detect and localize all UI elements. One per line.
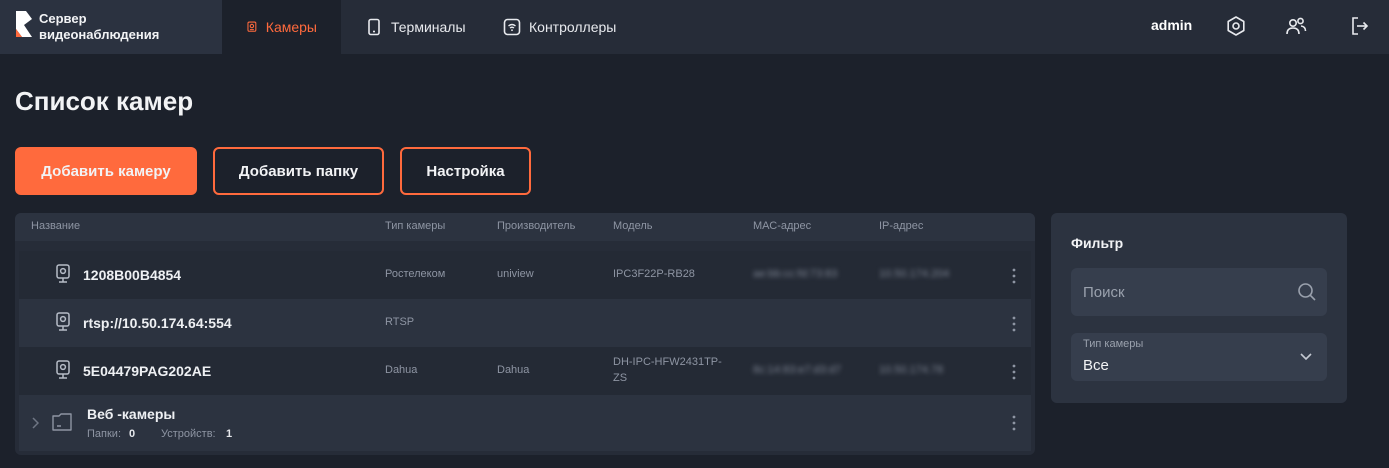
camera-type: Dahua xyxy=(385,364,418,376)
camera-table: Название Тип камеры Производитель Модель… xyxy=(15,213,1035,455)
user-name[interactable]: admin xyxy=(1151,17,1192,33)
tab-terminals[interactable]: Терминалы xyxy=(341,0,490,54)
folder-count-label: Папки: xyxy=(87,428,121,440)
tab-cameras[interactable]: Камеры xyxy=(222,0,341,54)
more-icon[interactable] xyxy=(1011,315,1017,333)
camera-name: 1208B00B4854 xyxy=(83,267,182,283)
camera-ip: 10.50.174.78 xyxy=(879,364,944,376)
tab-controllers-label: Контроллеры xyxy=(529,19,617,35)
camera-ip: 10.50.174.204 xyxy=(879,268,950,280)
controller-icon xyxy=(503,18,521,36)
camera-model: DH-IPC-HFW2431TP- ZS xyxy=(613,354,722,386)
tablet-icon xyxy=(368,18,380,36)
camera-device-icon xyxy=(56,360,70,379)
top-bar: Сервер видеонаблюдения Камеры Терминалы … xyxy=(0,0,1389,54)
add-folder-button[interactable]: Добавить папку xyxy=(213,147,384,195)
filter-title: Фильтр xyxy=(1071,235,1124,251)
device-count-label: Устройств: xyxy=(161,428,216,440)
tab-cameras-label: Камеры xyxy=(265,19,317,35)
column-vendor[interactable]: Производитель xyxy=(497,220,575,232)
app-title-line2: видеонаблюдения xyxy=(39,27,160,42)
camera-vendor: Dahua xyxy=(497,364,530,376)
device-count: 1 xyxy=(226,428,233,440)
add-camera-button[interactable]: Добавить камеру xyxy=(15,147,197,195)
camera-type-select-value: Все xyxy=(1083,357,1109,374)
tab-controllers[interactable]: Контроллеры xyxy=(479,0,640,54)
camera-model-line1: DH-IPC-HFW2431TP- xyxy=(613,356,722,368)
camera-type-select-label: Тип камеры xyxy=(1083,338,1144,350)
camera-model-line2: ZS xyxy=(613,372,628,384)
more-icon[interactable] xyxy=(1011,363,1017,381)
page-title: Список камер xyxy=(15,86,194,116)
folder-count: 0 xyxy=(129,428,136,440)
app-title-line1: Сервер xyxy=(39,11,87,26)
table-header: Название Тип камеры Производитель Модель… xyxy=(15,213,1035,241)
search-input[interactable] xyxy=(1083,268,1283,316)
column-name[interactable]: Название xyxy=(31,220,80,232)
camera-vendor: uniview xyxy=(497,268,534,280)
filter-panel: Фильтр Тип камеры Все xyxy=(1051,213,1347,403)
camera-mac: ae:bb:cc:fd:73:83 xyxy=(753,268,838,280)
users-button[interactable] xyxy=(1284,14,1308,38)
camera-device-icon xyxy=(56,264,70,283)
table-row[interactable]: rtsp://10.50.174.64:554 RTSP xyxy=(19,299,1031,347)
more-icon[interactable] xyxy=(1011,267,1017,285)
camera-type-select[interactable]: Тип камеры Все xyxy=(1071,333,1327,381)
users-icon xyxy=(1286,17,1307,35)
more-icon[interactable] xyxy=(1011,414,1017,432)
column-mac[interactable]: МАС-адрес xyxy=(753,220,811,232)
camera-device-icon xyxy=(56,312,70,331)
logout-icon xyxy=(1352,17,1369,35)
search-icon[interactable] xyxy=(1297,282,1317,302)
column-model[interactable]: Модель xyxy=(613,220,652,232)
settings-button[interactable] xyxy=(1224,14,1248,38)
table-row[interactable]: 5E04479PAG202AE Dahua Dahua DH-IPC-HFW24… xyxy=(19,347,1031,395)
app-title: Сервер видеонаблюдения xyxy=(39,11,209,43)
brand[interactable]: Сервер видеонаблюдения xyxy=(0,0,222,54)
camera-type: RTSP xyxy=(385,316,415,328)
logout-button[interactable] xyxy=(1348,14,1372,38)
camera-name: rtsp://10.50.174.64:554 xyxy=(83,315,232,331)
logo-icon xyxy=(16,11,32,37)
folder-row[interactable]: Веб -камеры Папки: 0 Устройств: 1 xyxy=(19,395,1031,451)
tab-terminals-label: Терминалы xyxy=(391,19,466,35)
chevron-right-icon[interactable] xyxy=(31,417,39,429)
settings-page-button[interactable]: Настройка xyxy=(400,147,531,195)
column-camera-type[interactable]: Тип камеры xyxy=(385,220,445,232)
camera-model: IPC3F22P-RB28 xyxy=(613,268,695,280)
camera-mac: 8c:14:83:e7:d3:d7 xyxy=(753,364,842,376)
camera-name: 5E04479PAG202AE xyxy=(83,363,212,379)
folder-icon xyxy=(52,413,72,431)
search-field[interactable] xyxy=(1071,268,1327,316)
column-ip[interactable]: IP-адрес xyxy=(879,220,923,232)
folder-name: Веб -камеры xyxy=(87,406,176,422)
camera-icon xyxy=(247,21,257,32)
camera-type: Ростелеком xyxy=(385,268,446,280)
settings-icon xyxy=(1227,16,1245,36)
chevron-down-icon[interactable] xyxy=(1299,352,1313,362)
table-row[interactable]: 1208B00B4854 Ростелеком uniview IPC3F22P… xyxy=(19,251,1031,299)
